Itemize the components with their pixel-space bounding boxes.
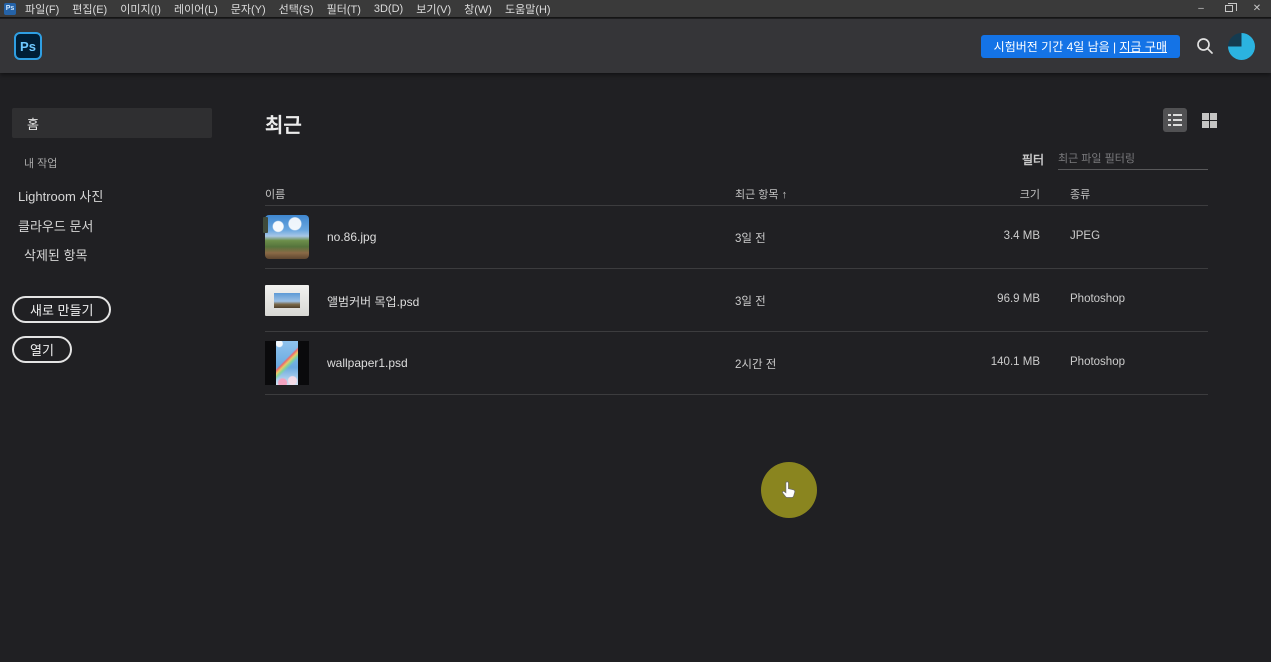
grid-view-button[interactable] <box>1197 108 1221 132</box>
file-size: 3.4 MB <box>965 230 1040 242</box>
menu-type[interactable]: 문자(Y) <box>231 1 266 17</box>
menu-filter[interactable]: 필터(T) <box>327 1 361 17</box>
column-header-name[interactable]: 이름 <box>265 186 285 202</box>
menu-file[interactable]: 파일(F) <box>25 1 59 17</box>
list-view-icon <box>1168 114 1182 126</box>
file-row-no86[interactable]: no.86.jpg 3일 전 3.4 MB JPEG <box>265 206 1208 268</box>
file-type: JPEG <box>1070 230 1100 242</box>
hand-cursor-icon <box>778 479 800 501</box>
ps-taskbar-icon: Ps <box>4 3 16 15</box>
sidebar-item-deleted[interactable]: 삭제된 항목 <box>24 245 87 264</box>
filter-input[interactable] <box>1058 148 1208 170</box>
menu-window[interactable]: 창(W) <box>464 1 492 17</box>
file-type: Photoshop <box>1070 293 1125 305</box>
file-recent: 2시간 전 <box>735 356 776 372</box>
search-icon <box>1196 37 1214 55</box>
column-header-size[interactable]: 크기 <box>965 186 1040 202</box>
home-sidebar: 홈 내 작업 Lightroom 사진 클라우드 문서 삭제된 항목 새로 만들… <box>0 73 240 662</box>
file-name: wallpaper1.psd <box>327 356 408 370</box>
file-thumbnail-album-cover <box>265 285 309 316</box>
sidebar-item-cloud-documents[interactable]: 클라우드 문서 <box>18 216 93 235</box>
file-size: 96.9 MB <box>965 293 1040 305</box>
sidebar-section-my-work: 내 작업 <box>24 155 57 171</box>
sidebar-item-lightroom-photos[interactable]: Lightroom 사진 <box>18 186 103 205</box>
table-header: 이름 최근 항목 ↑ 크기 종류 <box>265 186 1208 206</box>
app-bar: Ps 시험버전 기간 4일 남음 | 지금 구매 <box>0 19 1271 73</box>
menu-select[interactable]: 선택(S) <box>279 1 314 17</box>
file-row-wallpaper1[interactable]: wallpaper1.psd 2시간 전 140.1 MB Photoshop <box>265 332 1208 394</box>
trial-banner[interactable]: 시험버전 기간 4일 남음 | 지금 구매 <box>981 35 1180 58</box>
minimize-button[interactable]: – <box>1187 0 1215 18</box>
file-thumbnail-wallpaper1 <box>265 341 309 385</box>
open-button[interactable]: 열기 <box>12 336 72 363</box>
file-name: no.86.jpg <box>327 230 376 244</box>
grid-view-icon <box>1202 113 1217 128</box>
account-avatar[interactable] <box>1228 33 1255 60</box>
file-thumbnail-no86 <box>265 215 309 259</box>
menu-edit[interactable]: 편집(E) <box>72 1 107 17</box>
divider <box>265 394 1208 395</box>
menu-image[interactable]: 이미지(I) <box>120 1 161 17</box>
sidebar-item-home[interactable]: 홈 <box>12 108 212 138</box>
file-recent: 3일 전 <box>735 293 766 309</box>
create-new-button[interactable]: 새로 만들기 <box>12 296 111 323</box>
window-controls: – ✕ <box>1187 0 1271 18</box>
photoshop-logo: Ps <box>14 32 42 60</box>
menu-view[interactable]: 보기(V) <box>416 1 451 17</box>
list-view-button[interactable] <box>1163 108 1187 132</box>
file-type: Photoshop <box>1070 356 1125 368</box>
close-button[interactable]: ✕ <box>1243 0 1271 18</box>
file-name: 앨범커버 목업.psd <box>327 293 419 310</box>
restore-button[interactable] <box>1215 0 1243 18</box>
menu-3d[interactable]: 3D(D) <box>374 3 403 15</box>
file-size: 140.1 MB <box>965 356 1040 368</box>
click-highlight-cursor <box>761 462 817 518</box>
file-row-album-cover[interactable]: 앨범커버 목업.psd 3일 전 96.9 MB Photoshop <box>265 269 1208 331</box>
buy-now-link[interactable]: 지금 구매 <box>1120 38 1168 55</box>
trial-text: 시험버전 기간 4일 남음 | <box>994 38 1120 55</box>
menu-layer[interactable]: 레이어(L) <box>174 1 218 17</box>
column-header-recent[interactable]: 최근 항목 ↑ <box>735 186 787 202</box>
recent-files-panel: 최근 필터 이름 최근 항목 ↑ 크기 종류 no.86.jpg 3일 전 3.… <box>240 73 1271 662</box>
filter-row: 필터 <box>240 151 1271 177</box>
file-recent: 3일 전 <box>735 230 766 246</box>
column-header-type[interactable]: 종류 <box>1070 186 1090 202</box>
sort-ascending-icon: ↑ <box>782 189 788 201</box>
view-toggle <box>1163 108 1221 132</box>
filter-label: 필터 <box>1022 151 1044 168</box>
window-title-bar: Ps 파일(F) 편집(E) 이미지(I) 레이어(L) 문자(Y) 선택(S)… <box>0 0 1271 18</box>
restore-icon <box>1225 5 1233 12</box>
search-button[interactable] <box>1188 31 1222 61</box>
page-title: 최근 <box>265 109 302 138</box>
menu-help[interactable]: 도움말(H) <box>505 1 551 17</box>
